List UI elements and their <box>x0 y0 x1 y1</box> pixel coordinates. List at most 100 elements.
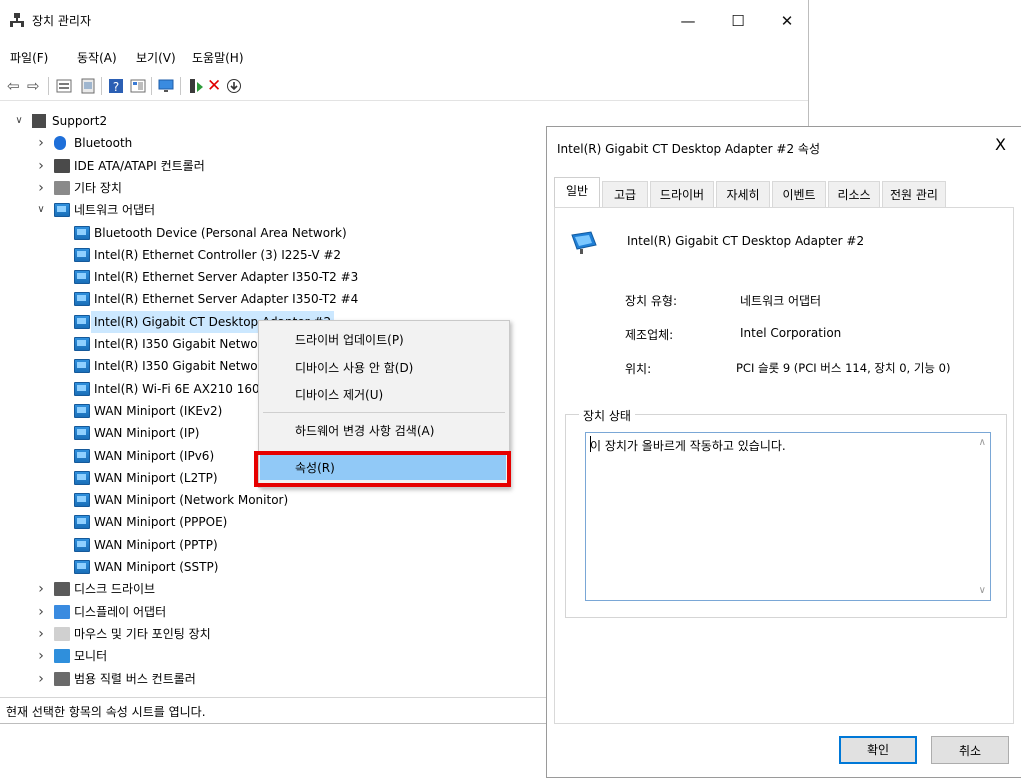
network-adapter-icon <box>74 426 90 440</box>
expand-toggle-icon[interactable]: › <box>36 177 46 199</box>
network-adapter-item-label: Intel(R) I350 Gigabit Network <box>94 337 270 351</box>
scan-icon[interactable] <box>80 78 96 94</box>
network-adapter-item-label: Intel(R) Ethernet Controller (3) I225-V … <box>94 248 342 262</box>
expand-toggle-icon[interactable]: ∨ <box>36 199 46 221</box>
network-adapter-icon <box>54 203 70 217</box>
scroll-up-icon[interactable]: ∧ <box>979 437 986 448</box>
network-adapter-item-label: WAN Miniport (PPPOE) <box>94 515 228 529</box>
dialog-close-button[interactable]: X <box>995 135 1006 154</box>
menu-help[interactable]: 도움말(H) <box>192 49 244 66</box>
monitor-icon[interactable] <box>158 78 174 94</box>
tree-item-label: Bluetooth <box>74 136 133 150</box>
menu-bar: 파일(F) 동작(A) 보기(V) 도움말(H) <box>0 46 808 68</box>
location-value: PCI 슬롯 9 (PCI 버스 114, 장치 0, 기능 0) <box>736 361 951 375</box>
tree-item-label: 마우스 및 기타 포인팅 장치 <box>74 627 211 641</box>
menu-disable-device[interactable]: 디바이스 사용 안 함(D) <box>295 359 413 376</box>
network-adapter-item-label: WAN Miniport (PPTP) <box>94 538 218 552</box>
network-adapter-item-label: WAN Miniport (Network Monitor) <box>94 493 289 507</box>
network-adapter-icon <box>74 515 90 529</box>
properties-dialog: Intel(R) Gigabit CT Desktop Adapter #2 속… <box>546 126 1021 778</box>
download-circle-icon[interactable] <box>226 78 242 94</box>
scroll-down-icon[interactable]: ∨ <box>979 585 986 596</box>
tree-item-label: 기타 장치 <box>74 181 122 195</box>
dialog-title: Intel(R) Gigabit CT Desktop Adapter #2 속… <box>557 142 820 156</box>
other-device-icon <box>54 181 70 195</box>
properties-icon[interactable] <box>56 78 72 94</box>
window-title: 장치 관리자 <box>32 14 92 28</box>
menu-separator <box>263 412 505 413</box>
network-adapter-item-label: Intel(R) I350 Gigabit Network <box>94 359 270 373</box>
tab-driver[interactable]: 드라이버 <box>650 181 714 207</box>
expand-toggle-icon[interactable]: › <box>36 578 46 600</box>
uninstall-icon[interactable]: ✕ <box>207 78 223 95</box>
tree-item-label: 디스플레이 어댑터 <box>74 605 167 619</box>
expand-toggle-icon[interactable]: › <box>36 623 46 645</box>
expand-toggle-icon[interactable]: › <box>36 601 46 623</box>
manufacturer-value: Intel Corporation <box>740 326 842 340</box>
mouse-icon <box>54 627 70 641</box>
disk-drive-icon <box>54 582 70 596</box>
update-driver-icon[interactable] <box>188 78 204 94</box>
menu-uninstall-device[interactable]: 디바이스 제거(U) <box>295 386 383 403</box>
menu-scan-hardware[interactable]: 하드웨어 변경 사항 검색(A) <box>295 422 434 439</box>
network-adapter-icon <box>74 449 90 463</box>
cancel-button[interactable]: 취소 <box>931 736 1009 764</box>
tab-general[interactable]: 일반 <box>554 177 600 208</box>
toolbar-separator <box>180 77 181 95</box>
help-icon[interactable]: ? <box>108 78 124 94</box>
view-icon[interactable] <box>130 78 146 94</box>
minimize-button[interactable]: — <box>665 6 711 36</box>
network-adapter-icon <box>74 493 90 507</box>
tab-details[interactable]: 자세히 <box>716 181 770 207</box>
menu-action[interactable]: 동작(A) <box>77 49 117 66</box>
ide-controller-icon <box>54 159 70 173</box>
expand-toggle-icon[interactable]: › <box>36 132 46 154</box>
display-adapter-icon <box>54 605 70 619</box>
ok-button[interactable]: 확인 <box>839 736 917 764</box>
expand-toggle-icon[interactable]: › <box>36 645 46 667</box>
menu-view[interactable]: 보기(V) <box>136 49 176 66</box>
tab-advanced[interactable]: 고급 <box>602 181 648 207</box>
device-type-label: 장치 유형: <box>625 294 678 308</box>
tree-item-label: 디스크 드라이브 <box>74 582 156 596</box>
network-adapter-item-label: Intel(R) Wi-Fi 6E AX210 160N <box>94 382 269 396</box>
network-adapter-icon <box>74 337 90 351</box>
toolbar-separator <box>101 77 102 95</box>
network-adapter-icon <box>571 231 597 254</box>
device-status-label: 장치 상태 <box>579 407 635 424</box>
expand-toggle-icon[interactable]: ∨ <box>14 110 24 132</box>
location-label: 위치: <box>625 362 652 376</box>
tab-power-management[interactable]: 전원 관리 <box>882 181 946 207</box>
network-adapter-item-label: WAN Miniport (SSTP) <box>94 560 219 574</box>
tab-events[interactable]: 이벤트 <box>772 181 826 207</box>
network-adapter-icon <box>74 471 90 485</box>
network-adapter-icon <box>74 538 90 552</box>
network-adapter-item-label: WAN Miniport (IPv6) <box>94 449 215 463</box>
usb-controller-icon <box>54 672 70 686</box>
bluetooth-icon <box>54 136 66 150</box>
network-adapter-icon <box>74 560 90 574</box>
tree-item-label: 범용 직렬 버스 컨트롤러 <box>74 672 196 686</box>
back-arrow-icon[interactable]: ⇦ <box>7 78 23 94</box>
network-adapter-item-label: Bluetooth Device (Personal Area Network) <box>94 226 347 240</box>
network-adapter-icon <box>74 226 90 240</box>
network-adapter-icon <box>74 248 90 262</box>
manufacturer-label: 제조업체: <box>625 328 674 342</box>
menu-file[interactable]: 파일(F) <box>10 49 48 66</box>
expand-toggle-icon[interactable]: › <box>36 155 46 177</box>
tree-item-label: 모니터 <box>74 649 108 663</box>
device-status-text: 이 장치가 올바르게 작동하고 있습니다. <box>590 439 786 453</box>
device-name: Intel(R) Gigabit CT Desktop Adapter #2 <box>627 234 865 248</box>
close-button[interactable]: ✕ <box>764 6 810 36</box>
device-status-textbox[interactable]: 이 장치가 올바르게 작동하고 있습니다. ∧ ∨ <box>585 432 991 601</box>
highlight-annotation-box <box>254 451 511 487</box>
forward-arrow-icon[interactable]: ⇨ <box>27 78 43 94</box>
title-bar: 장치 관리자 — ☐ ✕ <box>0 0 808 40</box>
menu-update-driver[interactable]: 드라이버 업데이트(P) <box>295 331 404 348</box>
tree-item-label: IDE ATA/ATAPI 컨트롤러 <box>74 159 205 173</box>
tree-root-label: Support2 <box>52 114 108 128</box>
maximize-button[interactable]: ☐ <box>715 6 761 36</box>
network-adapter-item-label: WAN Miniport (L2TP) <box>94 471 218 485</box>
tab-resources[interactable]: 리소스 <box>828 181 880 207</box>
expand-toggle-icon[interactable]: › <box>36 668 46 690</box>
